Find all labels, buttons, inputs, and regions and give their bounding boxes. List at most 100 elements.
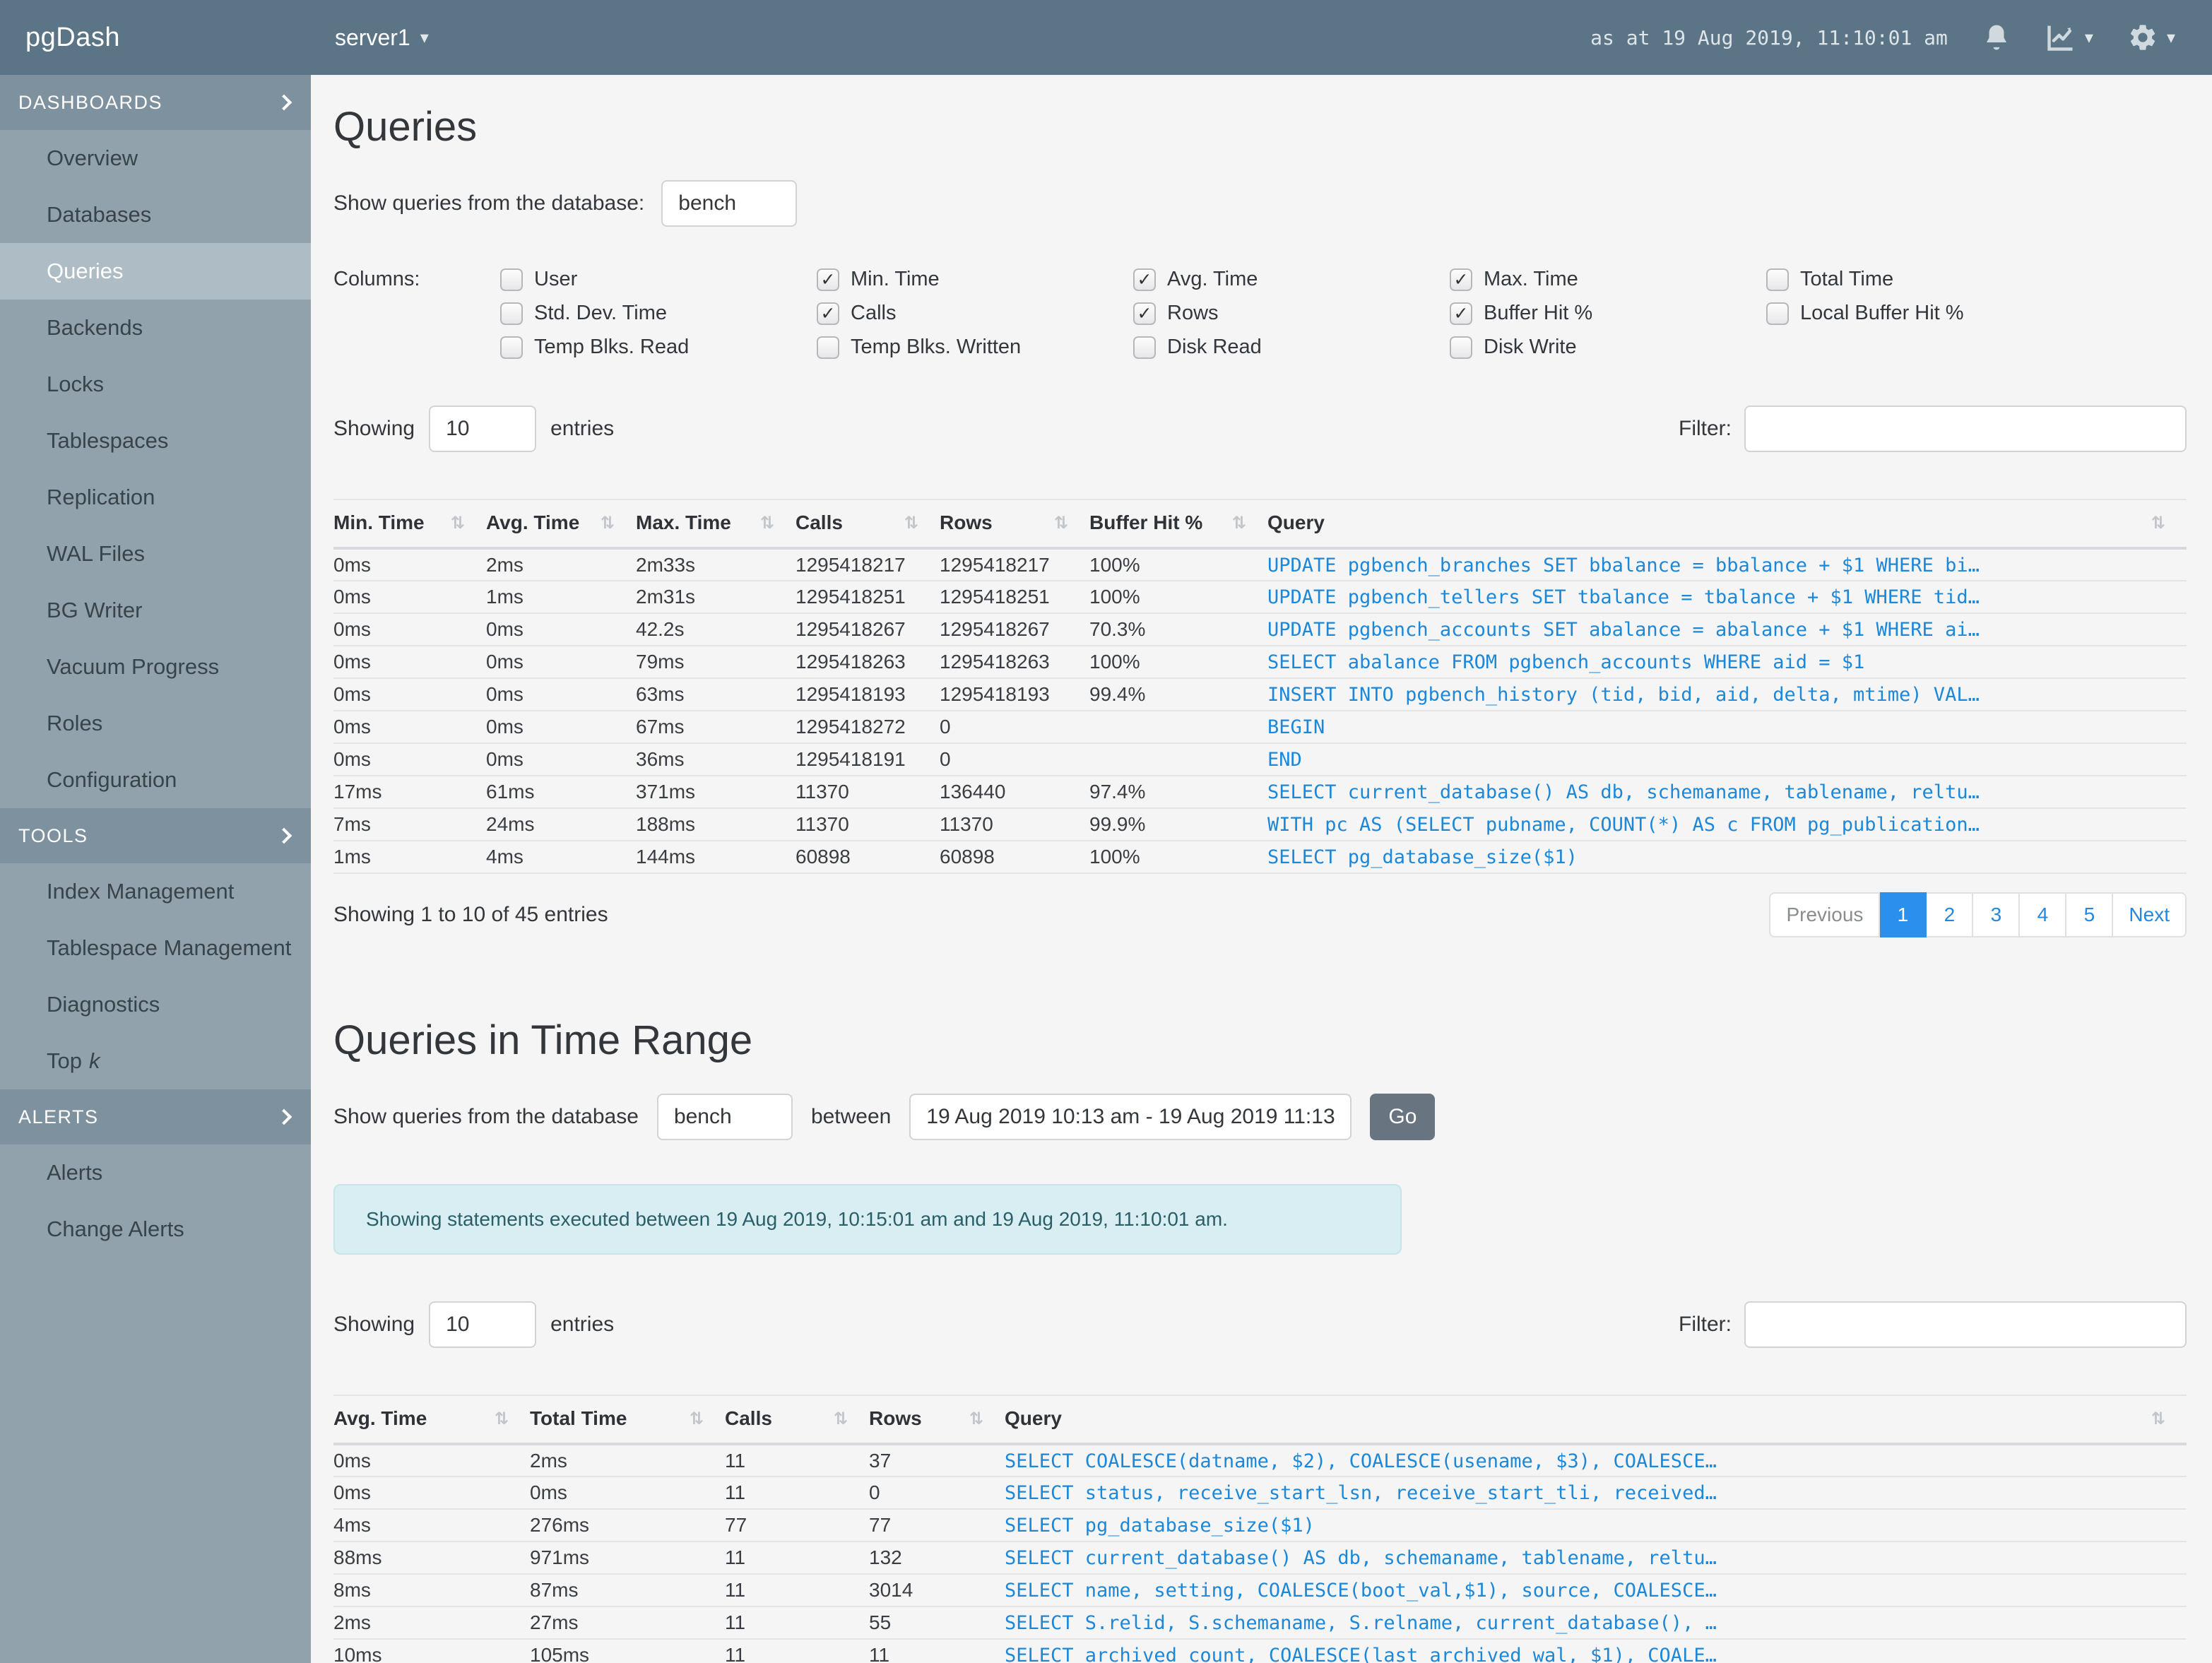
sidebar-item-configuration[interactable]: Configuration xyxy=(0,752,311,808)
sidebar-item-bg-writer[interactable]: BG Writer xyxy=(0,582,311,639)
sidebar-item-overview[interactable]: Overview xyxy=(0,130,311,187)
sort-icon[interactable]: ⇅ xyxy=(760,513,774,533)
query-link[interactable]: SELECT current_database() AS db, scheman… xyxy=(1005,1547,1717,1569)
sort-icon[interactable]: ⇅ xyxy=(451,513,465,533)
pagination-next-button[interactable]: Next xyxy=(2113,892,2187,937)
sidebar-item-databases[interactable]: Databases xyxy=(0,187,311,243)
query-link[interactable]: SELECT current_database() AS db, scheman… xyxy=(1267,781,1980,803)
query-link[interactable]: UPDATE pgbench_accounts SET abalance = a… xyxy=(1267,619,1980,641)
sidebar-item-vacuum-progress[interactable]: Vacuum Progress xyxy=(0,639,311,695)
column-checkbox-user[interactable]: User xyxy=(500,268,817,291)
sidebar-item-tablespaces[interactable]: Tablespaces xyxy=(0,413,311,469)
sidebar-item-change-alerts[interactable]: Change Alerts xyxy=(0,1201,311,1257)
sidebar-item-diagnostics[interactable]: Diagnostics xyxy=(0,976,311,1033)
charts-menu-button[interactable]: ▾ xyxy=(2045,22,2093,53)
pagination-page-1[interactable]: 1 xyxy=(1880,892,1927,937)
pagination-page-2[interactable]: 2 xyxy=(1927,892,1974,937)
settings-menu-button[interactable]: ▾ xyxy=(2127,22,2175,53)
column-checkbox-std-dev-time[interactable]: Std. Dev. Time xyxy=(500,302,817,325)
column-checkbox-avg-time[interactable]: ✓ Avg. Time xyxy=(1133,268,1450,291)
query-link[interactable]: SELECT name, setting, COALESCE(boot_val,… xyxy=(1005,1580,1717,1602)
table-row: 0ms 0ms 67ms 1295418272 0 BEGIN xyxy=(333,711,2187,744)
sidebar-item-tablespace-management[interactable]: Tablespace Management xyxy=(0,920,311,976)
sidebar-section-tools[interactable]: TOOLS xyxy=(0,808,311,863)
server-selector[interactable]: server1 ▾ xyxy=(335,25,429,51)
value-cell: 0ms xyxy=(333,548,486,581)
query-link[interactable]: END xyxy=(1267,749,1302,771)
sort-icon[interactable]: ⇅ xyxy=(834,1409,848,1428)
table-footer: Showing 1 to 10 of 45 entries Previous 1 2… xyxy=(333,892,2187,937)
columns-label: Columns: xyxy=(333,268,420,290)
query-link[interactable]: SELECT status, receive_start_lsn, receiv… xyxy=(1005,1482,1717,1504)
column-checkbox-temp-blks-written[interactable]: Temp Blks. Written xyxy=(817,336,1133,359)
query-link[interactable]: SELECT pg_database_size($1) xyxy=(1267,846,1578,868)
sidebar-item-locks[interactable]: Locks xyxy=(0,356,311,413)
pagination-page-5[interactable]: 5 xyxy=(2066,892,2114,937)
main-content: Queries Show queries from the database: … xyxy=(311,75,2212,1663)
sidebar-section-dashboards[interactable]: DASHBOARDS xyxy=(0,75,311,130)
sidebar-item-label: Locks xyxy=(47,372,104,396)
sort-icon[interactable]: ⇅ xyxy=(1232,513,1246,533)
value-cell: 27ms xyxy=(530,1606,725,1640)
query-link[interactable]: SELECT COALESCE(datname, $2), COALESCE(u… xyxy=(1005,1450,1717,1472)
query-cell: SELECT name, setting, COALESCE(boot_val,… xyxy=(1005,1574,2187,1607)
column-checkbox-disk-read[interactable]: Disk Read xyxy=(1133,336,1450,359)
sort-icon[interactable]: ⇅ xyxy=(2151,513,2165,533)
page-title: Queries xyxy=(333,104,478,150)
pagination-previous-button[interactable]: Previous xyxy=(1769,892,1881,937)
sort-icon[interactable]: ⇅ xyxy=(601,513,615,533)
column-checkbox-local-buffer-hit[interactable]: Local Buffer Hit % xyxy=(1766,302,2083,325)
table-controls-row-2: Showing entries Filter: xyxy=(333,1301,2187,1348)
query-link[interactable]: WITH pc AS (SELECT pubname, COUNT(*) AS … xyxy=(1267,814,1980,836)
entries-count-input-2[interactable] xyxy=(429,1301,537,1348)
pagination-page-3[interactable]: 3 xyxy=(1973,892,2021,937)
sort-icon[interactable]: ⇅ xyxy=(2151,1409,2165,1428)
query-link[interactable]: SELECT S.relid, S.schemaname, S.relname,… xyxy=(1005,1612,1717,1634)
sidebar-item-queries[interactable]: Queries xyxy=(0,243,311,300)
column-checkbox-buffer-hit[interactable]: ✓ Buffer Hit % xyxy=(1450,302,1766,325)
entries-count-input[interactable] xyxy=(429,406,537,452)
time-range-input[interactable] xyxy=(909,1094,1352,1140)
query-link[interactable]: SELECT abalance FROM pgbench_accounts WH… xyxy=(1267,651,1864,673)
checkbox-checked-icon: ✓ xyxy=(1133,302,1156,325)
value-cell: 1295418267 xyxy=(940,613,1089,646)
column-checkbox-label: Avg. Time xyxy=(1167,268,1258,290)
column-checkbox-rows[interactable]: ✓ Rows xyxy=(1133,302,1450,325)
sidebar-item-wal-files[interactable]: WAL Files xyxy=(0,526,311,582)
column-checkbox-temp-blks-read[interactable]: Temp Blks. Read xyxy=(500,336,817,359)
sort-icon[interactable]: ⇅ xyxy=(904,513,918,533)
column-header-label: Avg. Time xyxy=(486,511,580,533)
sidebar-item-index-management[interactable]: Index Management xyxy=(0,863,311,920)
sidebar-item-top[interactable]: Top k xyxy=(0,1033,311,1089)
sidebar-item-roles[interactable]: Roles xyxy=(0,695,311,752)
sidebar-item-backends[interactable]: Backends xyxy=(0,300,311,356)
sort-icon[interactable]: ⇅ xyxy=(495,1409,509,1428)
sort-icon[interactable]: ⇅ xyxy=(1054,513,1068,533)
query-link[interactable]: SELECT archived_count, COALESCE(last_arc… xyxy=(1005,1645,1717,1663)
filter-input-2[interactable] xyxy=(1744,1301,2187,1348)
column-checkbox-total-time[interactable]: Total Time xyxy=(1766,268,2083,291)
pagination-page-4[interactable]: 4 xyxy=(2020,892,2067,937)
column-checkbox-min-time[interactable]: ✓ Min. Time xyxy=(817,268,1133,291)
query-link[interactable]: UPDATE pgbench_branches SET bbalance = b… xyxy=(1267,555,1980,576)
query-link[interactable]: INSERT INTO pgbench_history (tid, bid, a… xyxy=(1267,684,1980,706)
value-cell: 136440 xyxy=(940,776,1089,809)
column-checkbox-disk-write[interactable]: Disk Write xyxy=(1450,336,1766,359)
sidebar-item-replication[interactable]: Replication xyxy=(0,469,311,526)
sort-icon[interactable]: ⇅ xyxy=(969,1409,983,1428)
sidebar-item-alerts[interactable]: Alerts xyxy=(0,1144,311,1201)
sort-icon[interactable]: ⇅ xyxy=(690,1409,704,1428)
showing-label-2: Showing xyxy=(333,1313,415,1336)
query-link[interactable]: UPDATE pgbench_tellers SET tbalance = tb… xyxy=(1267,586,1980,608)
column-checkbox-max-time[interactable]: ✓ Max. Time xyxy=(1450,268,1766,291)
query-link[interactable]: SELECT pg_database_size($1) xyxy=(1005,1515,1315,1537)
query-link[interactable]: BEGIN xyxy=(1267,716,1325,738)
sidebar-item-label: Vacuum Progress xyxy=(47,654,220,679)
filter-input[interactable] xyxy=(1744,406,2187,452)
database-input-2[interactable] xyxy=(656,1094,793,1140)
notifications-button[interactable] xyxy=(1982,23,2011,52)
column-checkbox-calls[interactable]: ✓ Calls xyxy=(817,302,1133,325)
go-button[interactable]: Go xyxy=(1370,1094,1436,1140)
database-input[interactable] xyxy=(661,180,798,227)
sidebar-section-alerts[interactable]: ALERTS xyxy=(0,1089,311,1144)
